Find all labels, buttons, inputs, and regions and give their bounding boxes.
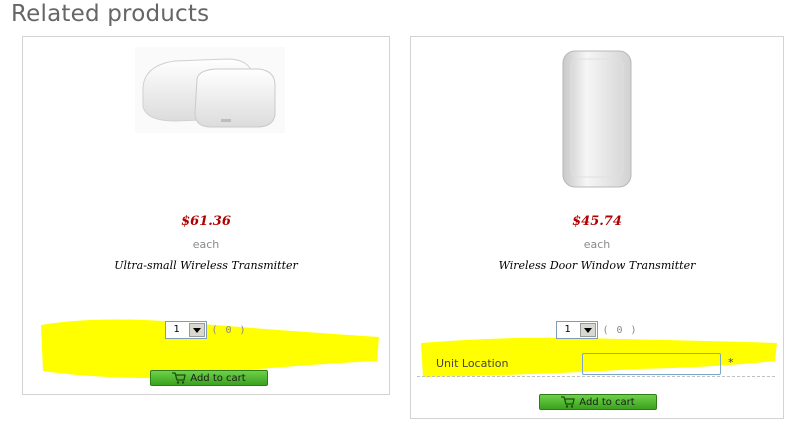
quantity-in-cart: ( 0 ) [602,324,638,336]
product-image[interactable] [135,47,285,133]
unit-location-input[interactable] [582,353,721,375]
quantity-select[interactable]: 1 [165,321,208,339]
product-unit: each [192,238,220,251]
cart-icon [172,372,187,384]
unit-location-label: Unit Location [436,357,509,370]
quantity-value: 1 [173,324,180,335]
product-name-link[interactable]: Wireless Door Window Transmitter [411,259,783,272]
product-image[interactable] [561,49,633,189]
section-title: Related products [11,1,210,27]
quantity-value: 1 [564,324,571,335]
product-card: $45.74 each Wireless Door Window Transmi… [410,36,784,419]
chevron-down-icon[interactable] [580,323,597,337]
quantity-row: 1 ( 0 ) [23,320,389,340]
required-marker: * [728,356,734,369]
chevron-down-icon[interactable] [189,323,206,337]
product-card: $61.36 each Ultra-small Wireless Transmi… [22,36,390,395]
add-to-cart-button[interactable]: Add to cart [150,370,268,386]
divider [417,376,775,377]
add-to-cart-label: Add to cart [579,396,635,408]
add-to-cart-label: Add to cart [190,372,246,384]
product-name-link[interactable]: Ultra-small Wireless Transmitter [23,259,389,272]
quantity-in-cart: ( 0 ) [211,324,247,336]
product-price: $45.74 [572,214,622,229]
cart-icon [561,396,576,408]
quantity-row: 1 ( 0 ) [411,320,783,340]
product-price: $61.36 [181,214,231,229]
quantity-select[interactable]: 1 [556,321,599,339]
add-to-cart-button[interactable]: Add to cart [539,394,657,410]
product-unit: each [583,238,611,251]
